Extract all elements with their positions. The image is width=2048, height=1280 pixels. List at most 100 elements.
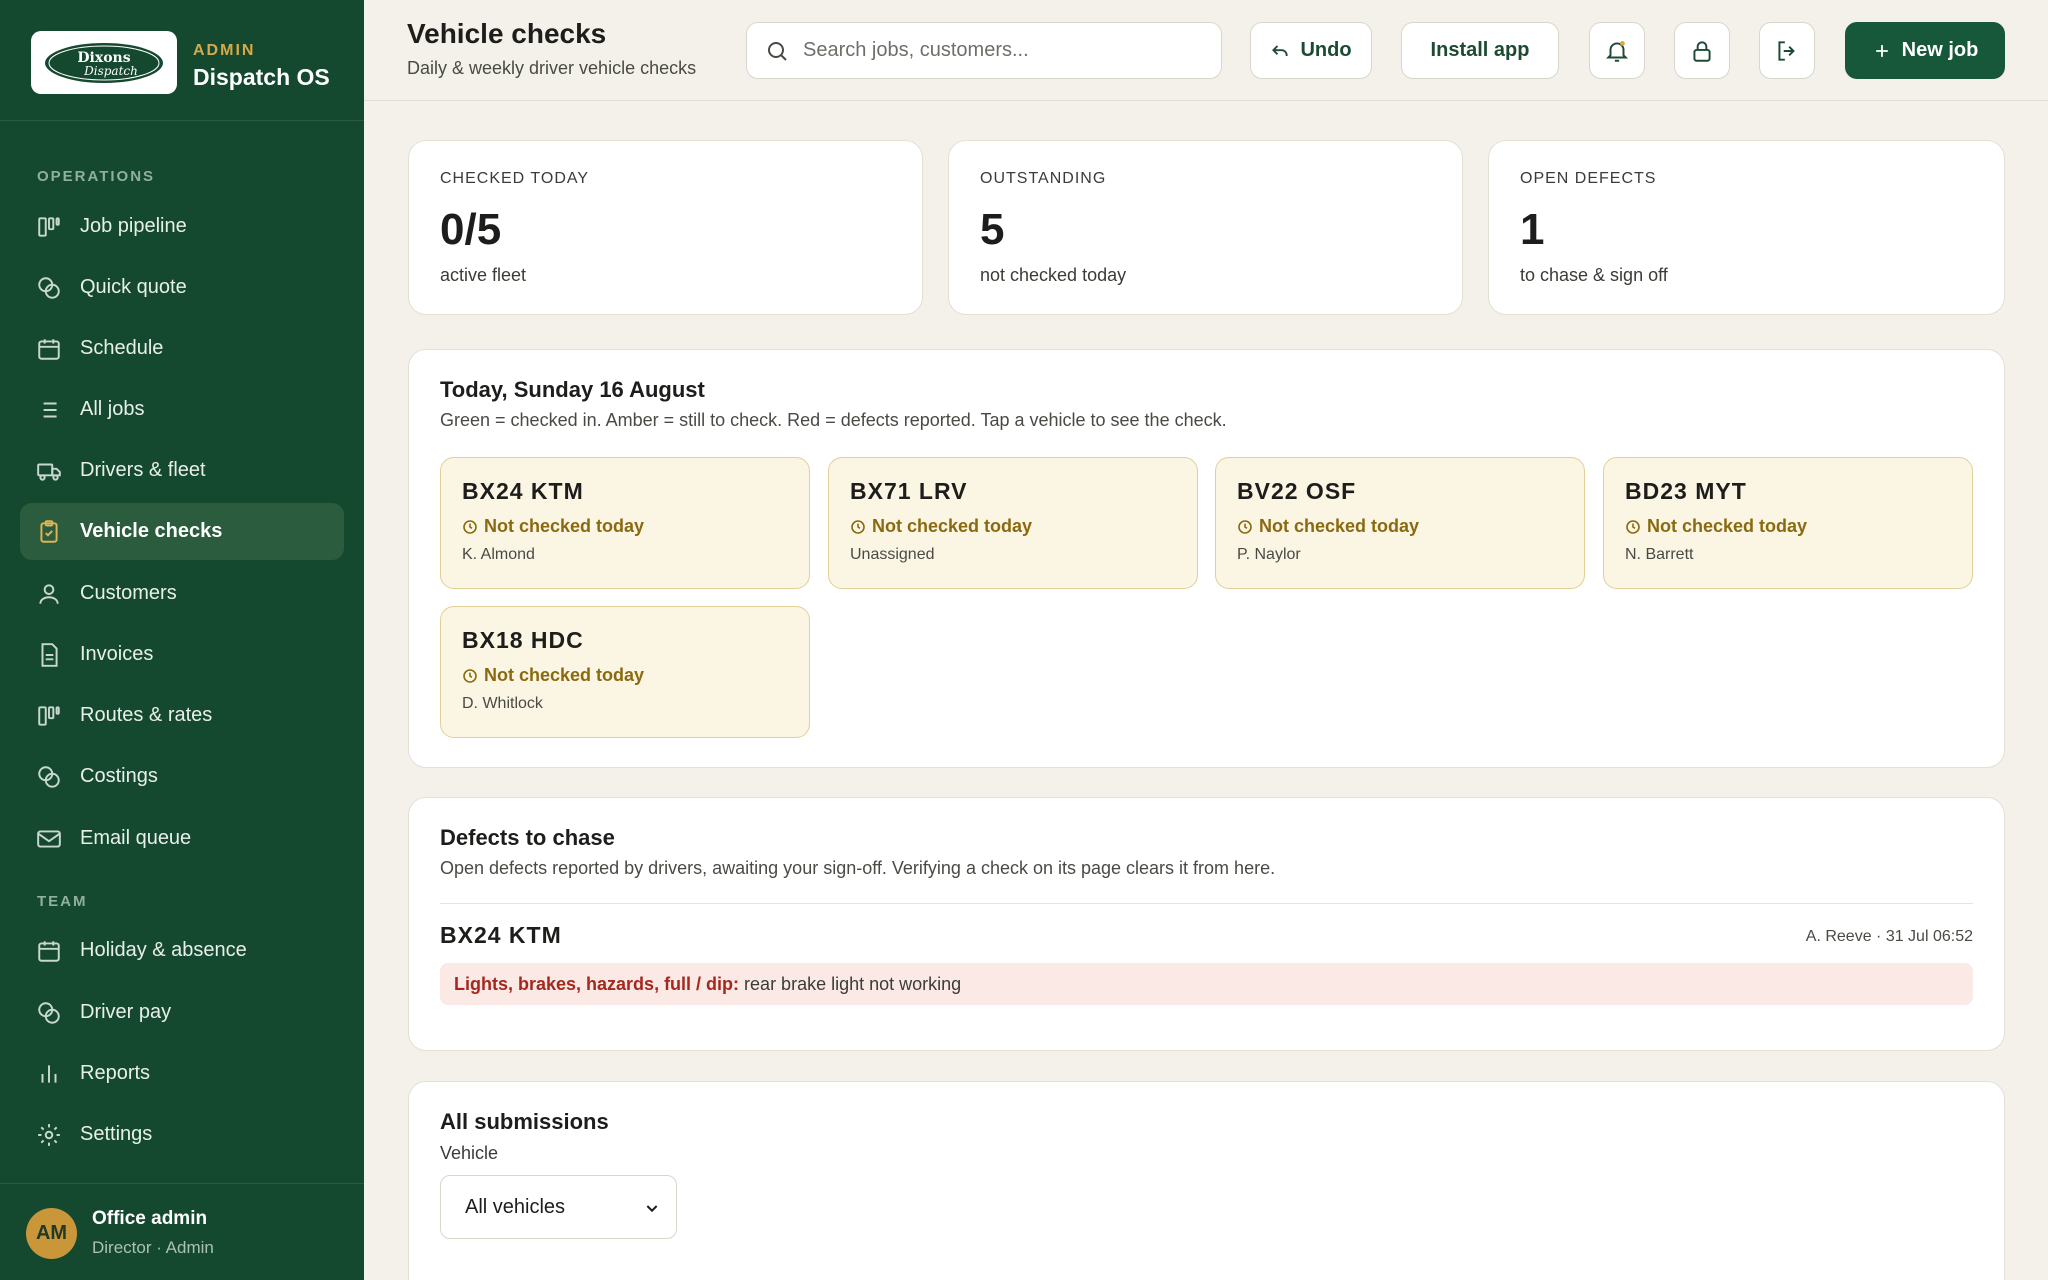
sidebar-item-label: Vehicle checks — [80, 520, 223, 542]
page-title: Vehicle checks — [407, 18, 607, 49]
defect-vehicle-reg[interactable]: BX24 KTM — [440, 922, 562, 949]
sidebar-item-costings[interactable]: Costings — [20, 748, 344, 805]
stat-label: OPEN DEFECTS — [1520, 170, 1657, 187]
sidebar-item-label: Customers — [80, 582, 177, 604]
sidebar-item-all-jobs[interactable]: All jobs — [20, 381, 344, 438]
search-icon — [768, 41, 787, 61]
submissions-title: All submissions — [440, 1109, 609, 1134]
defect-meta: A. Reeve · 31 Jul 06:52 — [1805, 928, 1973, 945]
defect-category: Lights, brakes, hazards, full / dip: — [454, 973, 740, 994]
vehicle-driver: Unassigned — [850, 546, 935, 563]
vehicle-status: Not checked today — [850, 516, 1032, 537]
sidebar-item-label: Reports — [80, 1062, 151, 1084]
nav-section-team: TEAM — [37, 893, 88, 910]
install-app-button[interactable]: Install app — [1401, 22, 1559, 79]
clock-icon — [463, 519, 477, 534]
sidebar-item-schedule[interactable]: Schedule — [20, 320, 344, 377]
list-icon — [36, 397, 62, 423]
sidebar-item-settings[interactable]: Settings — [20, 1106, 344, 1163]
undo-button[interactable]: Undo — [1250, 22, 1372, 79]
defects-title: Defects to chase — [440, 825, 615, 850]
lock-button[interactable] — [1674, 22, 1730, 79]
sidebar-item-label: Holiday & absence — [80, 939, 247, 961]
vehicle-driver: N. Barrett — [1625, 546, 1694, 563]
page-subtitle: Daily & weekly driver vehicle checks — [407, 58, 697, 78]
vehicle-status: Not checked today — [1237, 516, 1419, 537]
vehicle-reg: BX71 LRV — [850, 478, 968, 504]
user-profile[interactable]: AM Office admin Director · Admin — [0, 1183, 364, 1280]
search-input[interactable]: Search jobs, customers... — [746, 22, 1222, 79]
vehicle-status: Not checked today — [1625, 516, 1807, 537]
lock-icon — [1693, 40, 1711, 62]
pipeline-icon — [36, 703, 62, 729]
sidebar-item-quick-quote[interactable]: Quick quote — [20, 259, 344, 316]
stat-card-outstanding: OUTSTANDING 5 not checked today — [948, 140, 1463, 315]
stat-sub: not checked today — [980, 265, 1127, 285]
today-panel: Today, Sunday 16 August Green = checked … — [408, 349, 2005, 768]
vehicle-card[interactable]: BD23 MYT Not checked today N. Barrett — [1603, 457, 1973, 589]
defects-description: Open defects reported by drivers, awaiti… — [440, 858, 1276, 878]
sidebar-item-driver-pay[interactable]: Driver pay — [20, 984, 344, 1041]
sidebar-item-routes-rates[interactable]: Routes & rates — [20, 687, 344, 744]
clock-icon — [463, 668, 477, 683]
mail-icon — [36, 826, 62, 852]
vehicle-reg: BX24 KTM — [462, 478, 584, 504]
stat-value: 1 — [1520, 205, 1545, 254]
notifications-button[interactable] — [1589, 22, 1645, 79]
sidebar-item-label: Invoices — [80, 643, 154, 665]
search-placeholder: Search jobs, customers... — [803, 39, 1029, 61]
vehicle-card[interactable]: BX24 KTM Not checked today K. Almond — [440, 457, 810, 589]
vehicle-status-text: Not checked today — [1259, 516, 1420, 536]
new-job-label: New job — [1901, 39, 1979, 61]
logout-button[interactable] — [1759, 22, 1815, 79]
sidebar-item-label: Settings — [80, 1123, 153, 1145]
sidebar-item-label: Job pipeline — [80, 215, 187, 237]
install-label: Install app — [1430, 39, 1530, 61]
vehicle-filter-value: All vehicles — [465, 1195, 566, 1218]
clock-icon — [1238, 519, 1252, 534]
user-icon — [36, 581, 62, 607]
calendar-icon — [36, 336, 62, 362]
sidebar-item-invoices[interactable]: Invoices — [20, 626, 344, 683]
divider — [440, 903, 1973, 904]
stat-sub: active fleet — [440, 265, 527, 285]
vehicle-card[interactable]: BV22 OSF Not checked today P. Naylor — [1215, 457, 1585, 589]
vehicle-card[interactable]: BX71 LRV Not checked today Unassigned — [828, 457, 1198, 589]
sidebar-item-label: Driver pay — [80, 1001, 172, 1023]
vehicle-status-text: Not checked today — [484, 516, 645, 536]
today-title: Today, Sunday 16 August — [440, 377, 705, 402]
sidebar-item-label: Schedule — [80, 337, 164, 359]
vehicle-filter-select[interactable]: All vehicles — [440, 1175, 677, 1239]
vehicle-card[interactable]: BX18 HDC Not checked today D. Whitlock — [440, 606, 810, 738]
clock-icon — [1626, 519, 1640, 534]
stat-sub: to chase & sign off — [1520, 265, 1668, 285]
pipeline-icon — [36, 214, 62, 240]
gear-icon — [36, 1122, 62, 1148]
sidebar-item-job-pipeline[interactable]: Job pipeline — [20, 198, 344, 255]
sidebar-item-holiday-absence[interactable]: Holiday & absence — [20, 922, 344, 979]
truck-icon — [36, 458, 62, 484]
sidebar-item-email-queue[interactable]: Email queue — [20, 810, 344, 867]
vehicle-reg: BD23 MYT — [1625, 478, 1747, 504]
stat-label: OUTSTANDING — [980, 170, 1107, 187]
sidebar-item-label: Drivers & fleet — [80, 459, 206, 481]
defects-panel: Defects to chase Open defects reported b… — [408, 797, 2005, 1051]
defect-item[interactable]: Lights, brakes, hazards, full / dip: rea… — [440, 963, 1973, 1005]
sidebar-item-customers[interactable]: Customers — [20, 565, 344, 622]
company-logo[interactable]: Dixons Dispatch — [31, 31, 177, 94]
sidebar-item-reports[interactable]: Reports — [20, 1045, 344, 1102]
sidebar-item-label: Costings — [80, 765, 158, 787]
brand-name: Dispatch OS — [193, 64, 330, 90]
bell-icon — [1605, 40, 1629, 62]
sidebar-item-drivers-fleet[interactable]: Drivers & fleet — [20, 442, 344, 499]
new-job-button[interactable]: New job — [1845, 22, 2005, 79]
brand-header: Dixons Dispatch ADMIN Dispatch OS — [0, 0, 364, 121]
vehicle-status-text: Not checked today — [872, 516, 1033, 536]
bar-chart-icon — [36, 1061, 62, 1087]
vehicle-status: Not checked today — [462, 665, 644, 686]
vehicle-driver: K. Almond — [462, 546, 535, 563]
sidebar-item-vehicle-checks[interactable]: Vehicle checks — [20, 503, 344, 560]
clock-icon — [851, 519, 865, 534]
today-description: Green = checked in. Amber = still to che… — [440, 410, 1227, 430]
submissions-panel: All submissions Vehicle All vehicles — [408, 1081, 2005, 1280]
